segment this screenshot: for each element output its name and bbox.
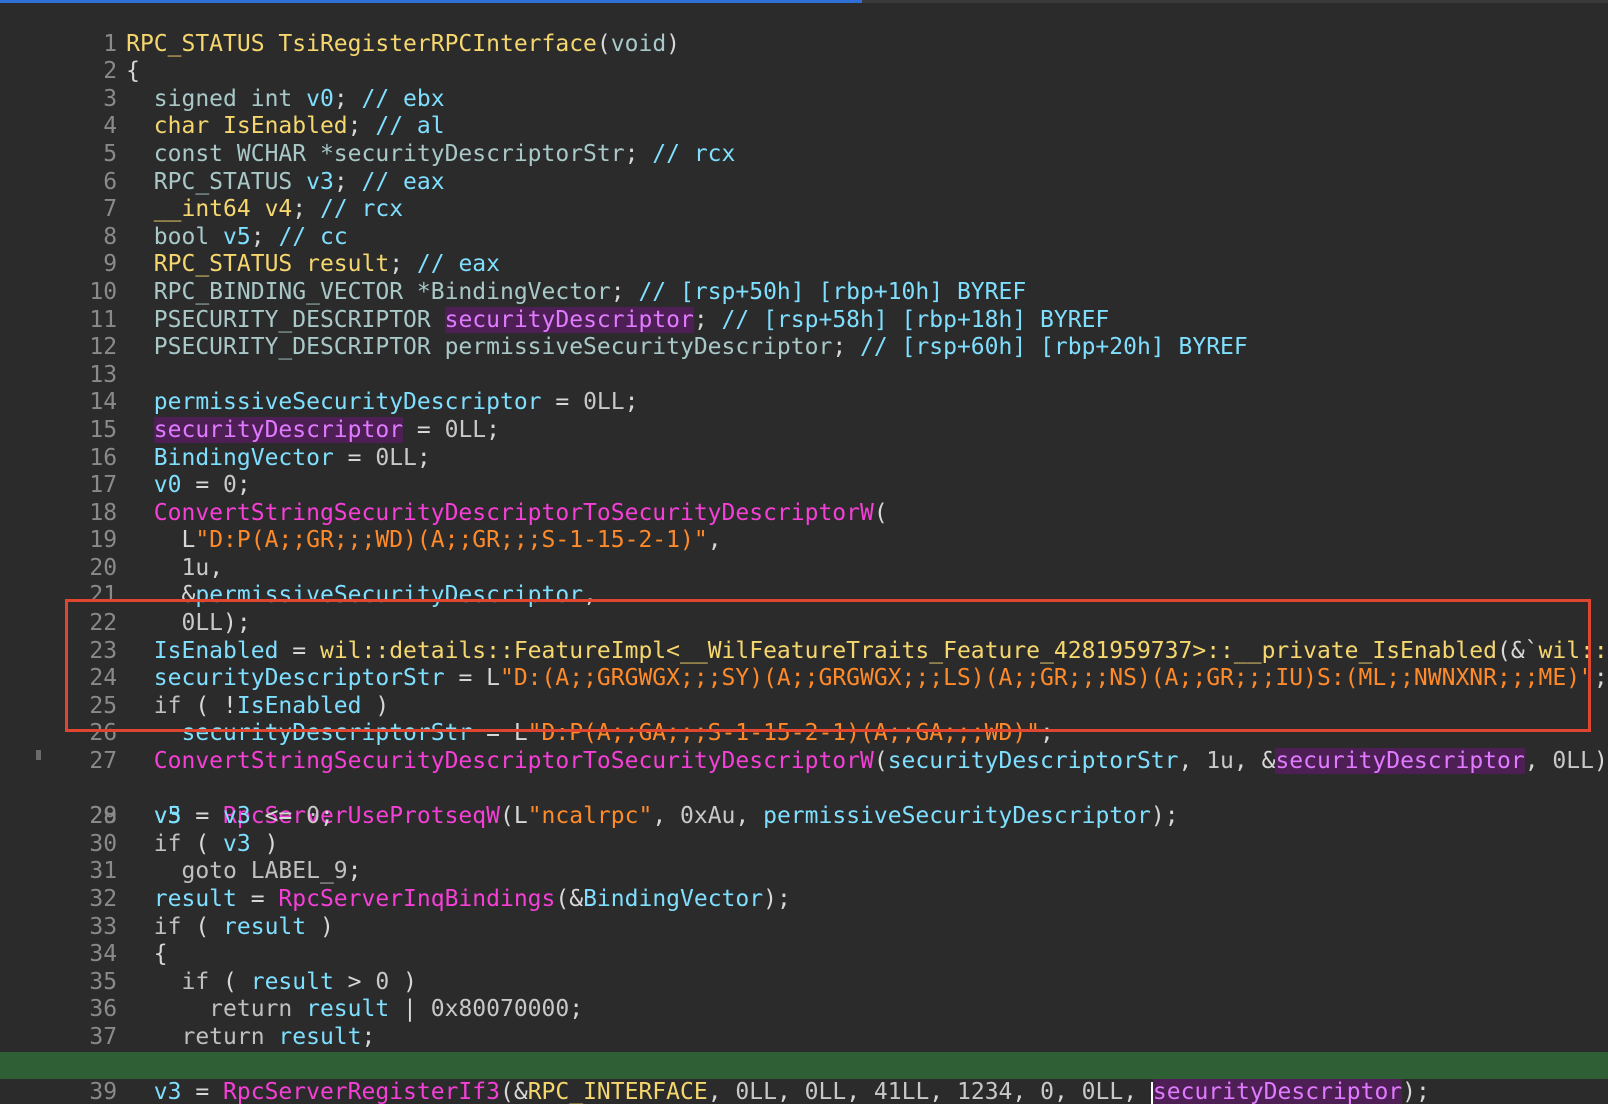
code-line[interactable]: 4 char IsEnabled; // al [0,86,1608,139]
current-code-line[interactable]: 39 v3 = RpcServerRegisterIf3(&RPC_INTERF… [0,1051,1608,1104]
code-line[interactable]: 2{ [0,31,1608,84]
token: 0LL [1081,1079,1124,1104]
token: , [1053,1079,1082,1104]
code-line[interactable]: 3 signed int v0; // ebx [0,58,1608,112]
code-editor[interactable]: 1 RPC_STATUS TsiRegisterRPCInterface(void… [0,0,1608,1104]
code-line[interactable]: 31 goto LABEL_9; [0,831,1608,884]
code-line[interactable]: 37 return result; [0,996,1608,1050]
code-line[interactable]: 11 PSECURITY_DESCRIPTOR securityDescript… [0,279,1608,333]
code-line[interactable]: 23 IsEnabled = wil::details::FeatureImpl… [0,610,1608,664]
token: RpcServerRegisterIf3 [223,1079,500,1104]
code-line[interactable]: 27 ConvertStringSecurityDescriptorToSecu… [0,720,1608,775]
code-line[interactable]: 18 ConvertStringSecurityDescriptorToSecu… [0,472,1608,526]
code-line[interactable]: 8 bool v5; // cc [0,196,1608,250]
code-line[interactable]: 19 L"D:P(A;;GR;;;WD)(A;;GR;;;S-1-15-2-1)… [0,500,1608,553]
token: RPC_INTERFACE [527,1079,708,1104]
line-number: 39 [89,1079,118,1104]
code-line[interactable]: 5 const WCHAR *securityDescriptorStr; //… [0,113,1608,167]
code-line[interactable]: 6 RPC_STATUS v3; // eax [0,141,1608,195]
code-line[interactable]: 29 v5 = v3 <= 0; [0,776,1608,829]
code-line[interactable]: 25 if ( !IsEnabled ) [0,665,1608,719]
code-line[interactable]: 22 0LL); [0,582,1608,636]
token: ); [1402,1079,1430,1104]
code-text[interactable]: v3 = RpcServerRegisterIf3(&RPC_INTERFACE… [126,1079,1430,1104]
token: 1234 [957,1079,1013,1104]
token: , [929,1079,957,1104]
code-line[interactable]: 26 securityDescriptorStr = L"D:P(A;;GA;;… [0,693,1608,746]
code-line[interactable]: 36 return result | 0x80070000; [0,969,1608,1022]
code-line[interactable]: 15 securityDescriptor = 0LL; [0,389,1608,443]
code-line[interactable]: 34 { [0,914,1608,967]
selected-token[interactable]: securityDescriptor [1152,1079,1403,1104]
code-line[interactable]: 1 RPC_STATUS TsiRegisterRPCInterface(void… [0,3,1608,57]
code-line[interactable]: 9 RPC_STATUS result; // eax [0,224,1608,277]
code-line[interactable]: 13 [0,334,1608,388]
code-line[interactable]: 12 PSECURITY_DESCRIPTOR permissiveSecuri… [0,307,1608,360]
token: 0LL [804,1079,847,1104]
code-line[interactable]: 16 BindingVector = 0LL; [0,417,1608,471]
token: (& [499,1079,528,1104]
code-line[interactable]: 28 v3 = RpcServerUseProtseqW(L"ncalrpc",… [0,748,1608,829]
code-line[interactable]: 10 RPC_BINDING_VECTOR *BindingVector; //… [0,251,1608,305]
gutter-marker [36,750,41,761]
token: , [707,1079,736,1104]
token: 41LL [873,1079,930,1104]
token: , [846,1079,874,1104]
code-listing[interactable]: 1 RPC_STATUS TsiRegisterRPCInterface(void… [0,3,1608,1104]
code-line[interactable]: 21 &permissiveSecurityDescriptor, [0,555,1608,608]
code-line[interactable]: 24 securityDescriptorStr = L"D:(A;;GRGWG… [0,638,1608,691]
token: = [181,1079,224,1104]
token: , [1123,1079,1151,1104]
token: , [1012,1079,1041,1104]
code-line[interactable]: 33 if ( result ) [0,886,1608,940]
code-line[interactable]: 17 v0 = 0; [0,445,1608,498]
code-line[interactable]: 20 1u, [0,527,1608,581]
code-line[interactable]: 30 if ( v3 ) [0,803,1608,857]
code-line[interactable]: 38 } [0,1024,1608,1078]
code-line[interactable]: 35 if ( result > 0 ) [0,941,1608,995]
token: 0 [1040,1079,1054,1104]
token: 0LL [735,1079,777,1104]
code-line[interactable]: 7 __int64 v4; // rcx [0,169,1608,222]
token: , [776,1079,805,1104]
code-line[interactable]: 32 result = RpcServerInqBindings(&Bindin… [0,858,1608,912]
code-line[interactable]: 14 permissiveSecurityDescriptor = 0LL; [0,362,1608,415]
token: v3 [126,1079,182,1104]
